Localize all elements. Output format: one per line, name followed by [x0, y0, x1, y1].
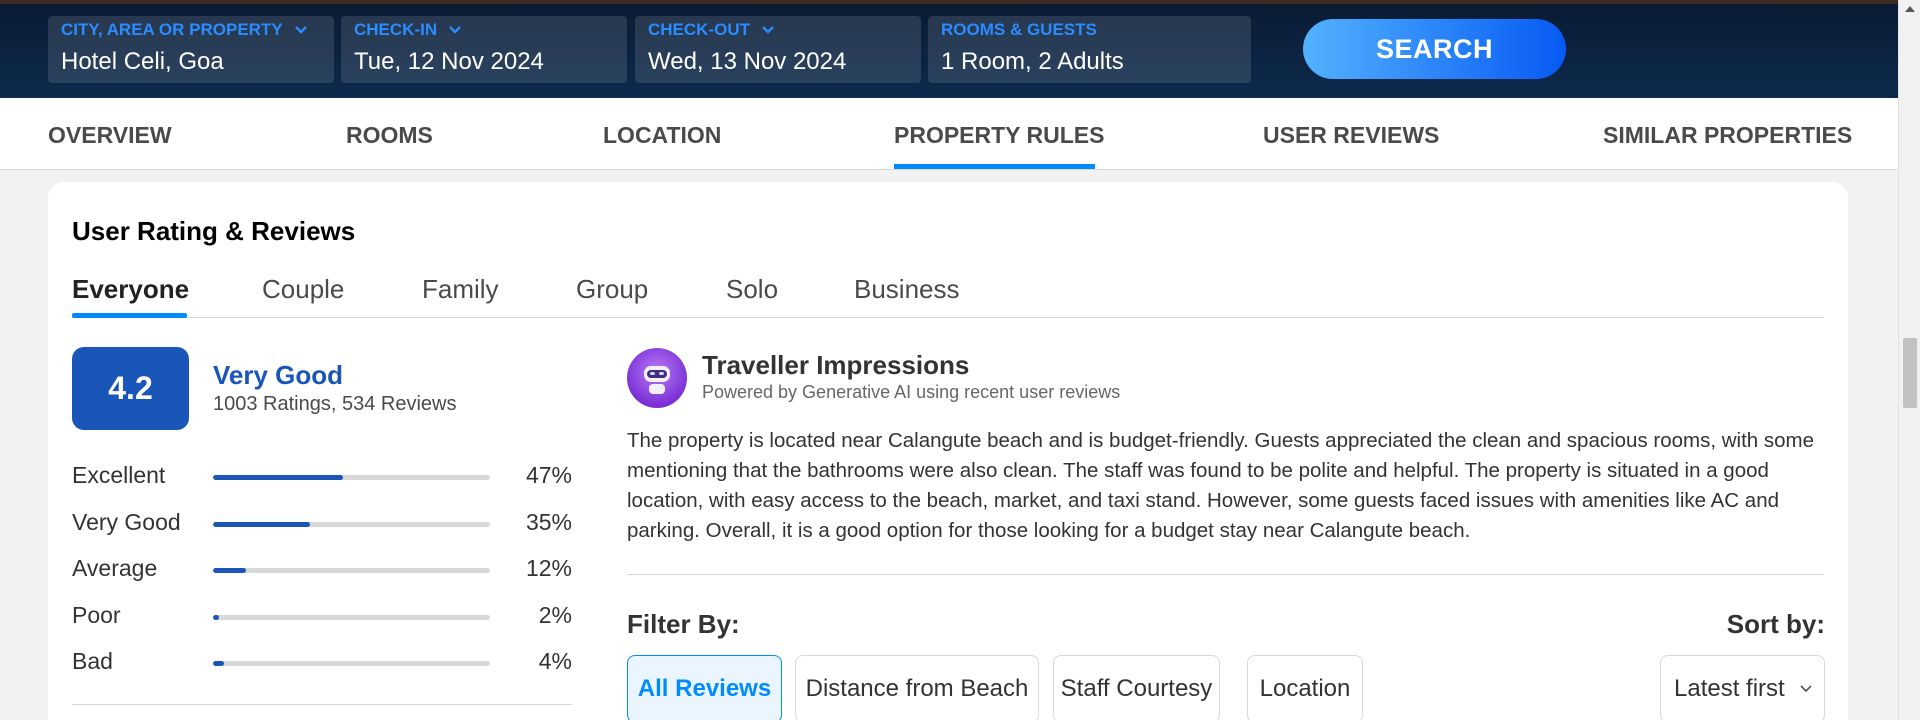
sort-by-label: Sort by: — [1726, 609, 1825, 639]
property-nav: OVERVIEW ROOMS LOCATION PROPERTY RULES U… — [0, 98, 1898, 170]
nav-active-indicator — [894, 164, 1095, 169]
filter-chip-all-reviews[interactable]: All Reviews — [627, 655, 782, 720]
rating-score-badge: 4.2 — [72, 347, 189, 430]
distribution-track — [213, 475, 490, 480]
scroll-up-arrow-icon[interactable] — [1905, 6, 1915, 12]
divider — [627, 574, 1824, 575]
search-bar: CITY, AREA OR PROPERTY Hotel Celi, Goa C… — [0, 0, 1898, 98]
city-field[interactable]: CITY, AREA OR PROPERTY Hotel Celi, Goa — [48, 16, 334, 83]
filter-chip-location[interactable]: Location — [1247, 655, 1363, 720]
reviews-title: User Rating & Reviews — [72, 216, 356, 246]
distribution-percent: 47% — [525, 462, 572, 488]
nav-tab-property-rules[interactable]: PROPERTY RULES — [894, 122, 1104, 149]
distribution-track — [213, 522, 490, 527]
filter-chip-staff-courtesy[interactable]: Staff Courtesy — [1053, 655, 1220, 720]
distribution-label: Poor — [72, 602, 121, 628]
filter-chip-distance-from-beach[interactable]: Distance from Beach — [795, 655, 1039, 720]
distribution-percent: 12% — [525, 555, 572, 581]
distribution-label: Excellent — [72, 462, 166, 488]
robot-icon — [627, 348, 687, 408]
checkin-field-label: CHECK-IN — [354, 20, 438, 39]
traveller-type-tabs: Everyone Couple Family Group Solo Busine… — [72, 274, 1824, 318]
rating-distribution-row: Poor 2% — [72, 602, 572, 632]
distribution-fill — [213, 615, 219, 620]
guests-field[interactable]: ROOMS & GUESTS 1 Room, 2 Adults — [928, 16, 1251, 83]
rating-distribution-row: Very Good 35% — [72, 509, 572, 539]
checkin-field-label-row: CHECK-IN — [354, 20, 614, 40]
scrollbar-thumb[interactable] — [1903, 338, 1917, 408]
filter-by-label: Filter By: — [627, 609, 740, 639]
distribution-percent: 35% — [525, 509, 572, 535]
distribution-percent: 2% — [538, 602, 572, 628]
tab-family[interactable]: Family — [422, 274, 499, 305]
chevron-down-icon — [449, 26, 461, 34]
chevron-down-icon — [1800, 685, 1812, 693]
rating-distribution-row: Excellent 47% — [72, 462, 572, 492]
tab-everyone[interactable]: Everyone — [72, 274, 189, 305]
distribution-percent: 4% — [538, 648, 572, 674]
city-field-label-row: CITY, AREA OR PROPERTY — [61, 20, 321, 40]
rating-summary: 1003 Ratings, 534 Reviews — [213, 393, 457, 415]
checkout-field-label: CHECK-OUT — [648, 20, 750, 39]
checkout-field[interactable]: CHECK-OUT Wed, 13 Nov 2024 — [635, 16, 921, 83]
checkin-field-value: Tue, 12 Nov 2024 — [354, 48, 544, 75]
rating-label: Very Good — [213, 360, 344, 390]
guests-field-label-row: ROOMS & GUESTS — [941, 20, 1238, 40]
tab-solo[interactable]: Solo — [726, 274, 778, 305]
hero-photo-edge — [0, 0, 1898, 4]
nav-tab-overview[interactable]: OVERVIEW — [48, 122, 172, 149]
checkin-field[interactable]: CHECK-IN Tue, 12 Nov 2024 — [341, 16, 627, 83]
impressions-subtitle: Powered by Generative AI using recent us… — [702, 382, 1121, 402]
distribution-fill — [213, 568, 247, 573]
distribution-label: Bad — [72, 648, 113, 674]
reviews-card: User Rating & Reviews Everyone Couple Fa… — [48, 182, 1848, 720]
distribution-label: Average — [72, 555, 158, 581]
divider — [72, 704, 572, 705]
guests-field-value: 1 Room, 2 Adults — [941, 48, 1124, 75]
city-field-value: Hotel Celi, Goa — [61, 48, 224, 75]
distribution-track — [213, 661, 490, 666]
checkout-field-label-row: CHECK-OUT — [648, 20, 908, 40]
distribution-track — [213, 615, 490, 620]
nav-tab-similar-properties[interactable]: SIMILAR PROPERTIES — [1603, 122, 1852, 149]
chevron-down-icon — [762, 26, 774, 34]
distribution-fill — [213, 522, 310, 527]
rating-distribution-row: Average 12% — [72, 555, 572, 585]
guests-field-label: ROOMS & GUESTS — [941, 20, 1097, 39]
distribution-label: Very Good — [72, 509, 181, 535]
tab-active-indicator — [72, 313, 187, 318]
checkout-field-value: Wed, 13 Nov 2024 — [648, 48, 847, 75]
nav-tab-location[interactable]: LOCATION — [603, 122, 721, 149]
rating-distribution-row: Bad 4% — [72, 648, 572, 678]
impressions-summary: The property is located near Calangute b… — [627, 429, 1815, 542]
nav-tab-user-reviews[interactable]: USER REVIEWS — [1263, 122, 1439, 149]
sort-select[interactable]: Latest first — [1660, 655, 1825, 720]
tab-business[interactable]: Business — [854, 274, 960, 305]
chevron-down-icon — [294, 26, 307, 34]
sort-select-value: Latest first — [1674, 675, 1785, 702]
distribution-fill — [213, 475, 344, 480]
distribution-fill — [213, 661, 225, 666]
impressions-title: Traveller Impressions — [702, 350, 970, 380]
distribution-track — [213, 568, 490, 573]
nav-tab-rooms[interactable]: ROOMS — [346, 122, 433, 149]
page-scrollbar[interactable] — [1898, 0, 1920, 720]
search-button[interactable]: SEARCH — [1303, 19, 1566, 79]
city-field-label: CITY, AREA OR PROPERTY — [61, 20, 283, 39]
tab-couple[interactable]: Couple — [262, 274, 344, 305]
tab-group[interactable]: Group — [576, 274, 648, 305]
